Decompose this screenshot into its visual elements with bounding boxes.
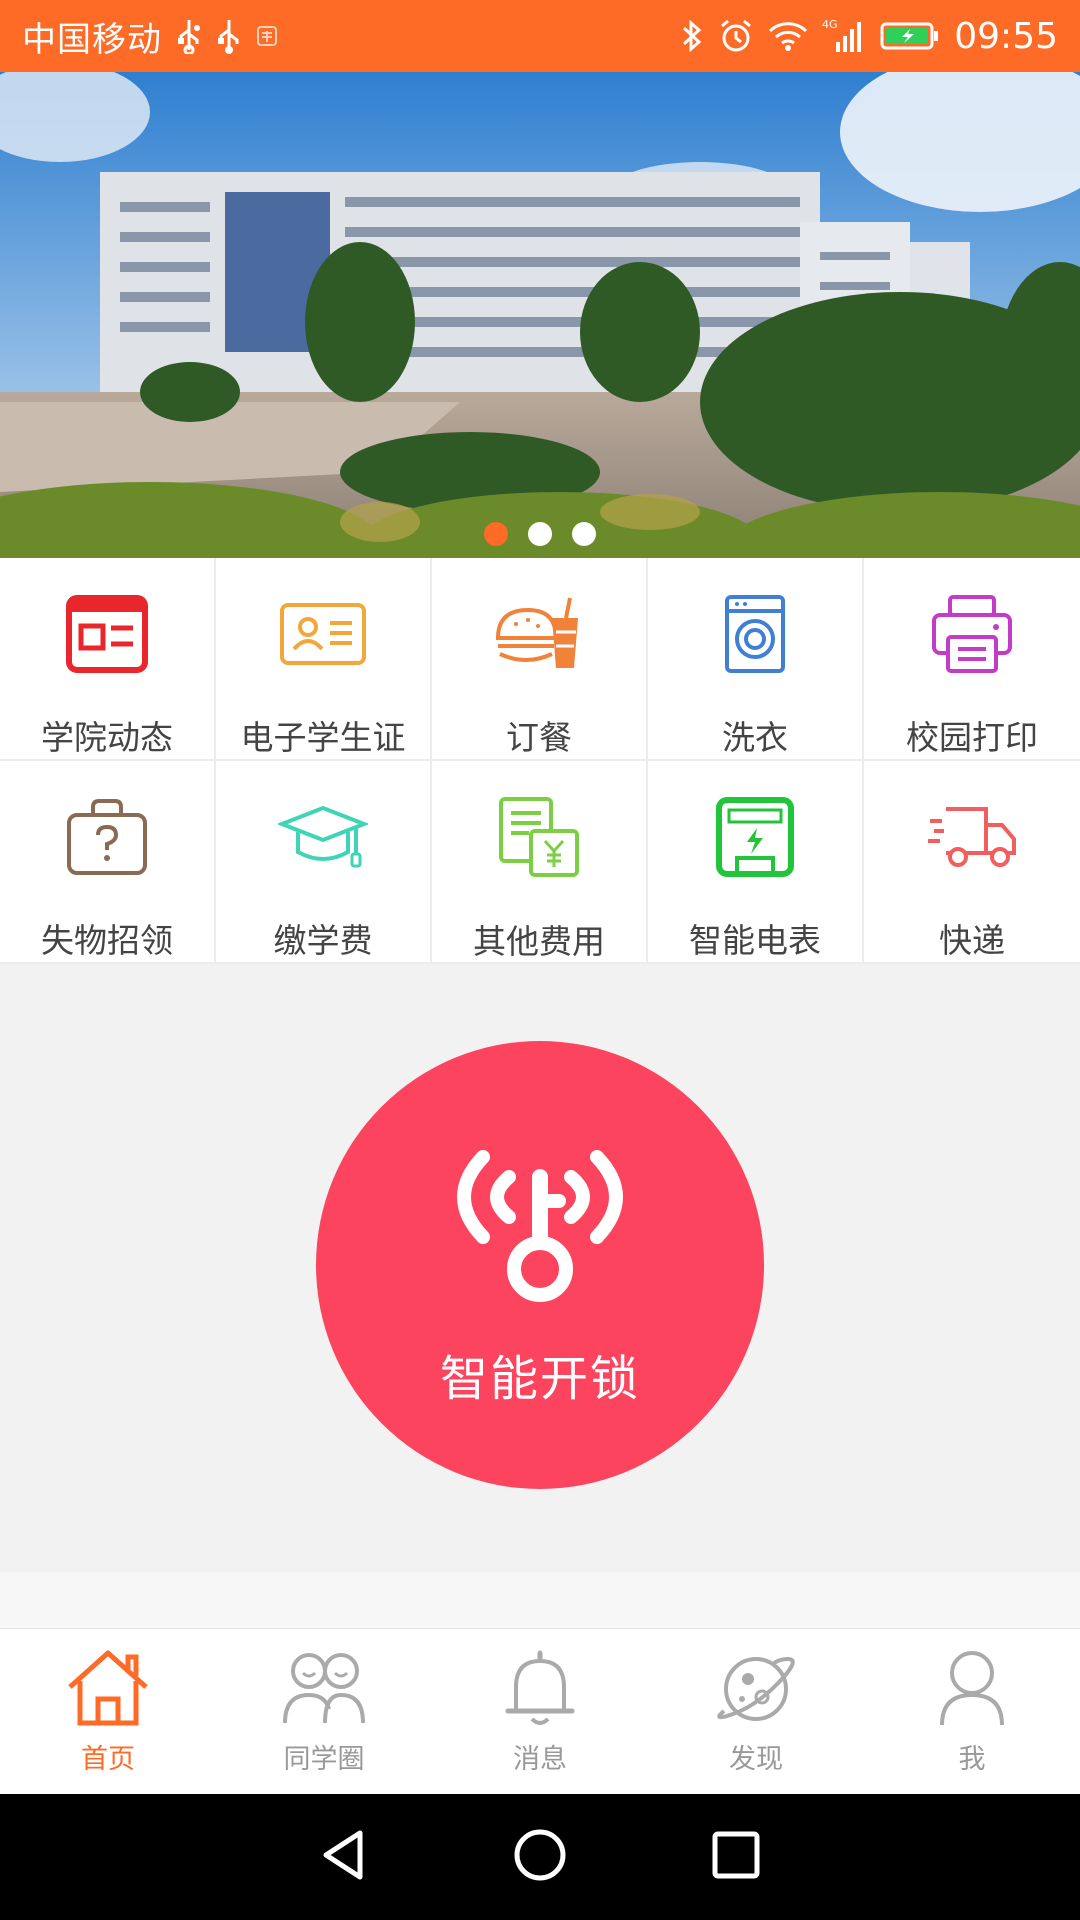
divider-strip bbox=[0, 1572, 1080, 1628]
alarm-icon bbox=[718, 18, 754, 54]
carousel-dot[interactable] bbox=[572, 522, 596, 546]
service-label: 失物招领 bbox=[41, 921, 173, 960]
tab-label: 消息 bbox=[513, 1744, 567, 1775]
tab-home[interactable]: 首页 bbox=[0, 1629, 216, 1794]
bluetooth-icon bbox=[680, 18, 704, 54]
system-nav-bar bbox=[0, 1794, 1080, 1920]
tab-label: 发现 bbox=[729, 1744, 783, 1775]
washing-machine-icon bbox=[707, 592, 803, 675]
delivery-truck-icon bbox=[924, 795, 1020, 878]
tab-label: 首页 bbox=[81, 1744, 135, 1775]
recents-icon[interactable] bbox=[708, 1827, 764, 1887]
campus-banner[interactable] bbox=[0, 72, 1080, 558]
service-label: 学院动态 bbox=[41, 718, 173, 757]
tab-discover[interactable]: 发现 bbox=[648, 1629, 864, 1794]
home-icon bbox=[66, 1649, 150, 1731]
battery-charging-icon bbox=[880, 20, 940, 52]
svg-text:4G: 4G bbox=[822, 18, 838, 31]
campus-building-photo bbox=[0, 72, 1080, 558]
electric-meter-icon bbox=[707, 795, 803, 878]
tab-messages[interactable]: 消息 bbox=[432, 1629, 648, 1794]
classmates-icon bbox=[281, 1649, 367, 1731]
tab-classmates[interactable]: 同学圈 bbox=[216, 1629, 432, 1794]
clock: 09:55 bbox=[954, 15, 1058, 57]
planet-icon bbox=[716, 1649, 796, 1731]
news-icon bbox=[59, 592, 155, 675]
service-other-fees[interactable]: 其他费用 bbox=[432, 761, 648, 964]
service-student-id[interactable]: 电子学生证 bbox=[216, 558, 432, 761]
carousel-dot[interactable] bbox=[484, 522, 508, 546]
carousel-dot[interactable] bbox=[528, 522, 552, 546]
service-campus-print[interactable]: 校园打印 bbox=[864, 558, 1080, 761]
bell-icon bbox=[504, 1649, 576, 1731]
taobao-icon bbox=[256, 25, 278, 47]
services-grid: 学院动态 电子学生证 订餐 洗衣 校园打印 失物招领 缴学费 其他费用 智能电表… bbox=[0, 558, 1080, 964]
smart-unlock-button[interactable]: 智能开锁 bbox=[316, 1041, 764, 1489]
smart-unlock-label: 智能开锁 bbox=[439, 1351, 640, 1407]
service-express[interactable]: 快递 bbox=[864, 761, 1080, 964]
graduation-cap-icon bbox=[275, 795, 371, 878]
service-laundry[interactable]: 洗衣 bbox=[648, 558, 864, 761]
service-college-news[interactable]: 学院动态 bbox=[0, 558, 216, 761]
wifi-icon bbox=[768, 20, 808, 52]
signal-icon: 4G bbox=[822, 18, 866, 54]
usb-icon bbox=[216, 18, 242, 54]
tab-label: 同学圈 bbox=[283, 1744, 365, 1775]
back-icon[interactable] bbox=[316, 1827, 372, 1887]
service-order-meal[interactable]: 订餐 bbox=[432, 558, 648, 761]
smart-unlock-area: 智能开锁 bbox=[0, 964, 1080, 1572]
service-lost-found[interactable]: 失物招领 bbox=[0, 761, 216, 964]
lost-found-bag-icon bbox=[59, 795, 155, 878]
service-label: 智能电表 bbox=[689, 921, 821, 960]
tab-me[interactable]: 我 bbox=[864, 1629, 1080, 1794]
service-pay-tuition[interactable]: 缴学费 bbox=[216, 761, 432, 964]
printer-icon bbox=[924, 592, 1020, 675]
service-label: 缴学费 bbox=[273, 921, 373, 960]
status-bar: 中国移动 4G 09:55 bbox=[0, 0, 1080, 72]
carrier-name: 中国移动 bbox=[22, 19, 162, 60]
user-icon bbox=[936, 1649, 1008, 1731]
bottom-tab-bar: 首页 同学圈 消息 发现 我 bbox=[0, 1628, 1080, 1794]
usb-icon bbox=[176, 18, 202, 54]
tab-label: 我 bbox=[958, 1744, 986, 1775]
service-label: 校园打印 bbox=[906, 718, 1038, 757]
service-label: 电子学生证 bbox=[240, 718, 406, 757]
service-label: 快递 bbox=[939, 921, 1005, 960]
carousel-indicator bbox=[0, 522, 1080, 546]
wireless-key-icon bbox=[435, 1137, 645, 1311]
bill-yuan-icon bbox=[491, 795, 587, 879]
service-label: 其他费用 bbox=[473, 922, 605, 961]
service-label: 订餐 bbox=[506, 718, 572, 757]
id-card-icon bbox=[275, 592, 371, 675]
home-circle-icon[interactable] bbox=[512, 1827, 568, 1887]
service-smart-meter[interactable]: 智能电表 bbox=[648, 761, 864, 964]
service-label: 洗衣 bbox=[722, 718, 788, 757]
burger-drink-icon bbox=[491, 592, 587, 675]
